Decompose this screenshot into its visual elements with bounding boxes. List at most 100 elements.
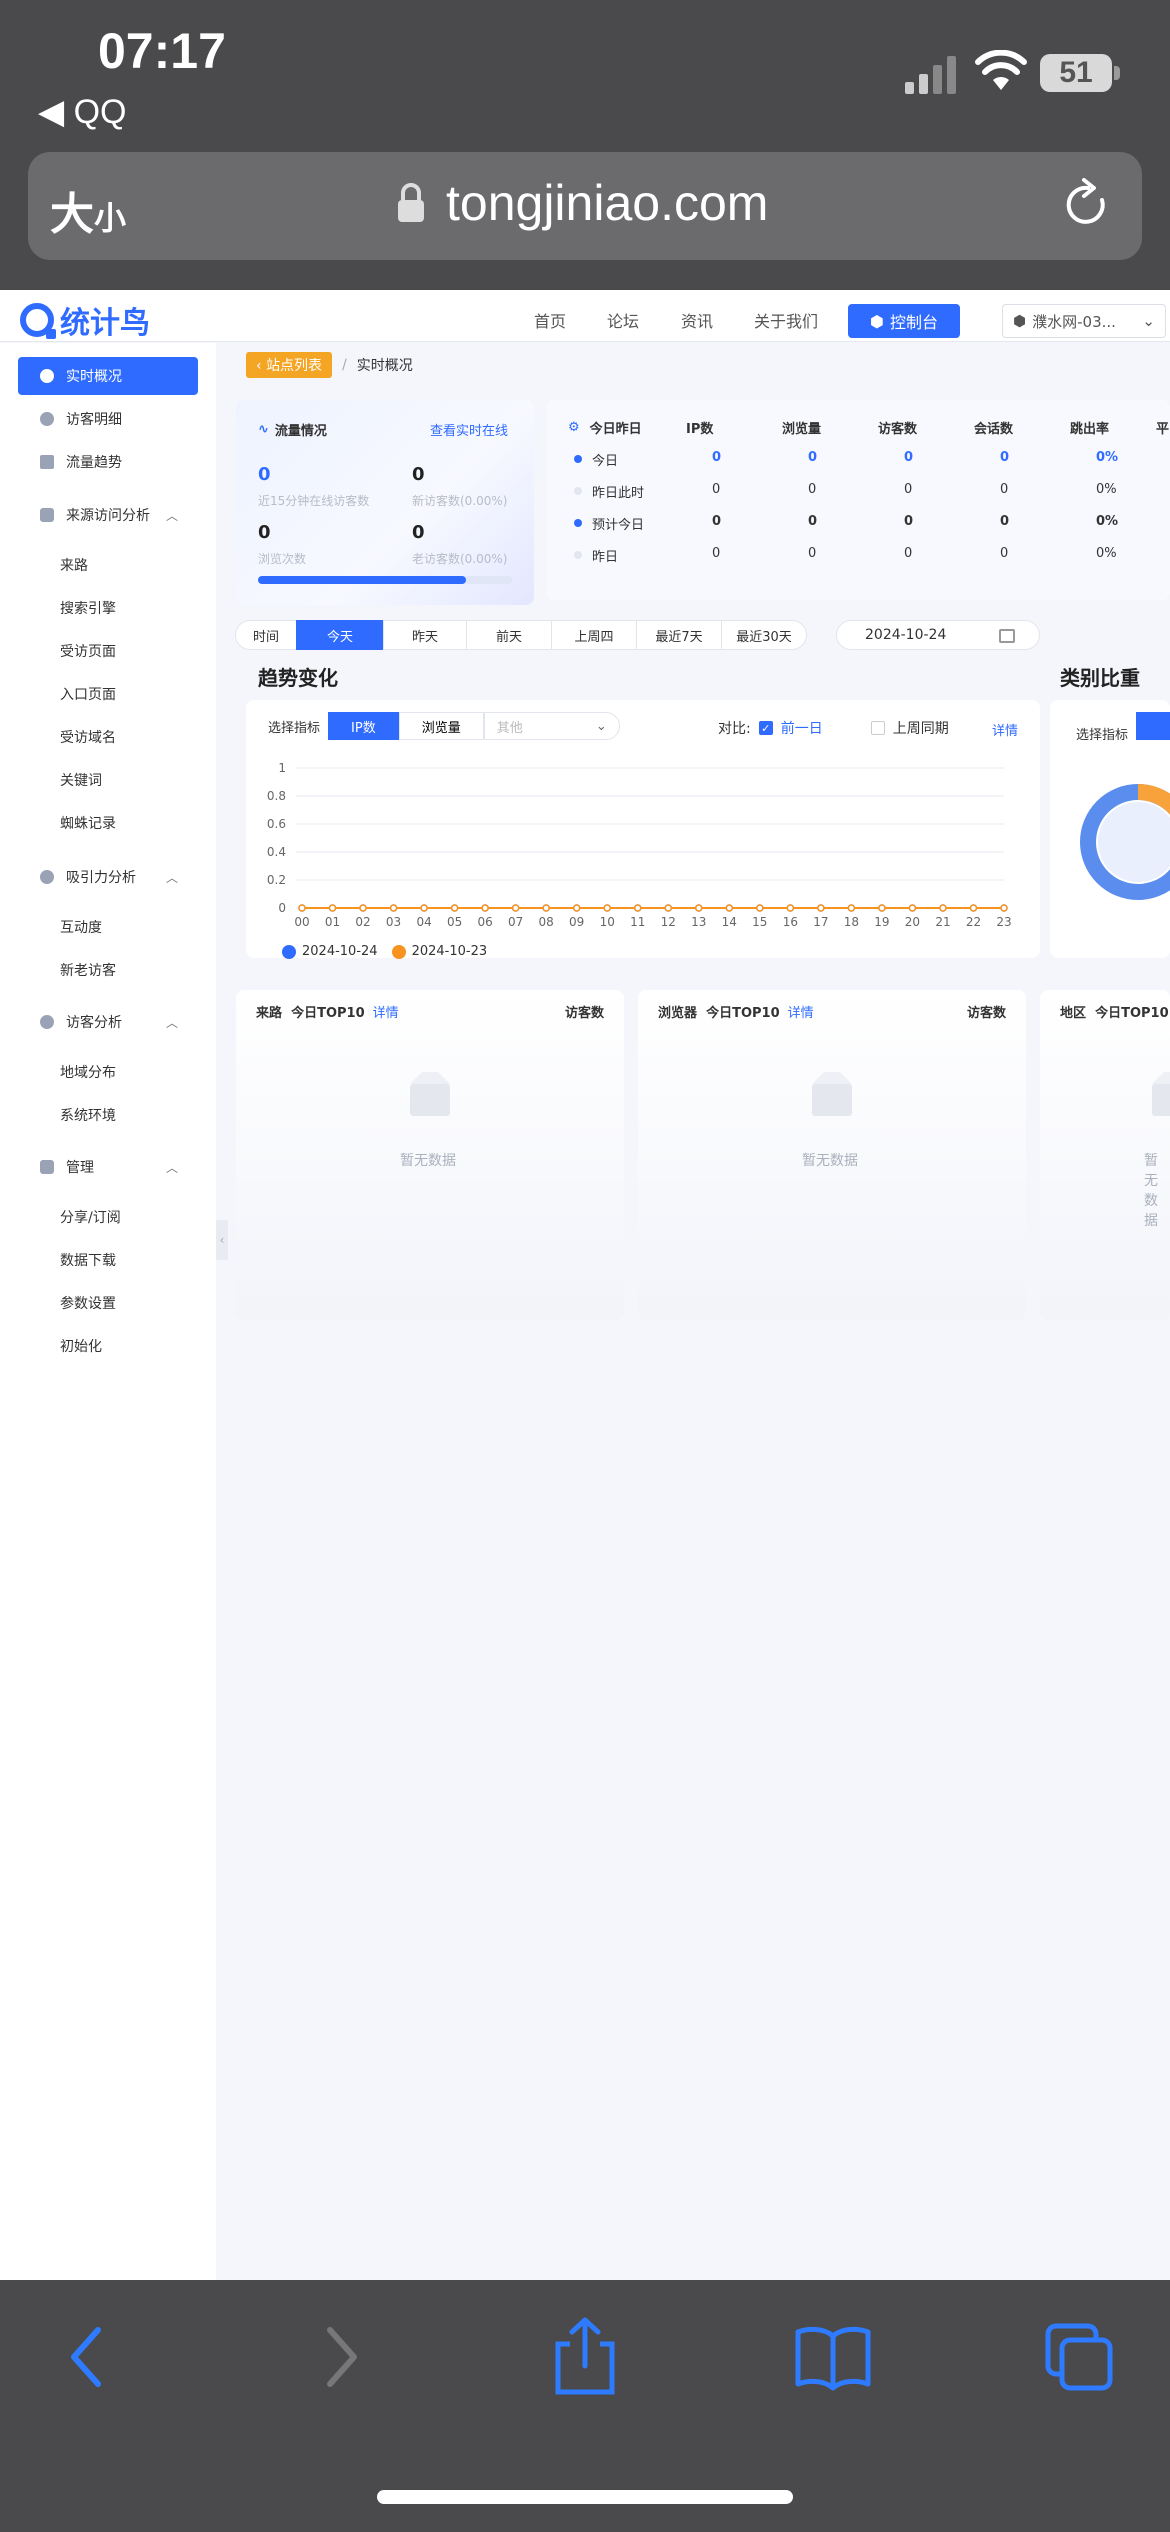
table-cell: 0 bbox=[712, 546, 721, 561]
empty-box-icon bbox=[812, 1072, 852, 1116]
donut-chart bbox=[1080, 784, 1170, 900]
breadcrumb: ‹ 站点列表 / 实时概况 bbox=[246, 352, 413, 378]
x-tick-label: 14 bbox=[722, 915, 737, 929]
back-to-app-link[interactable]: ◀ QQ bbox=[38, 92, 127, 132]
sidebar-item-visitor-detail[interactable]: 访客明细 bbox=[18, 400, 198, 438]
address-bar[interactable]: 大小 tongjiniao.com bbox=[28, 152, 1142, 260]
data-point bbox=[664, 904, 673, 912]
time-tab[interactable]: 前天 bbox=[466, 620, 552, 650]
y-tick-label: 0.6 bbox=[267, 817, 286, 831]
time-tab[interactable]: 最近7天 bbox=[636, 620, 722, 650]
sidebar-sub-new-old[interactable]: 新老访客 bbox=[60, 960, 116, 980]
pageview-count: 0 bbox=[258, 522, 271, 543]
target-icon bbox=[40, 870, 54, 884]
nav-news[interactable]: 资讯 bbox=[681, 308, 713, 332]
sidebar-group-source[interactable]: 来源访问分析 ︿ bbox=[18, 496, 198, 534]
sidebar-sub-init[interactable]: 初始化 bbox=[60, 1336, 102, 1356]
sidebar-sub-referrer[interactable]: 来路 bbox=[60, 555, 88, 575]
data-point bbox=[939, 904, 947, 912]
site-header: 统计鸟 首页 论坛 资讯 关于我们 ⬢ 控制台 ⬢ 濮水网-03... ⌄ bbox=[0, 290, 1170, 342]
x-tick-label: 10 bbox=[600, 915, 615, 929]
metric-ip-button[interactable]: IP数 bbox=[328, 712, 399, 740]
date-picker[interactable]: 2024-10-24 bbox=[836, 620, 1040, 650]
data-point bbox=[786, 904, 795, 912]
sidebar-sub-entry-pages[interactable]: 入口页面 bbox=[60, 684, 116, 704]
compare-prev-day-checkbox[interactable]: ✓ bbox=[758, 721, 773, 735]
nav-forum[interactable]: 论坛 bbox=[607, 308, 639, 332]
user-icon bbox=[40, 1015, 54, 1029]
back-icon[interactable] bbox=[62, 2322, 112, 2392]
top-card-detail-link[interactable]: 详情 bbox=[788, 1006, 814, 1021]
site-select[interactable]: ⬢ 濮水网-03... ⌄ bbox=[1002, 304, 1166, 338]
time-tab[interactable]: 最近30天 bbox=[721, 620, 807, 650]
sidebar-sub-keywords[interactable]: 关键词 bbox=[60, 770, 102, 790]
sidebar-item-realtime[interactable]: 实时概况 bbox=[18, 357, 198, 395]
data-point bbox=[969, 904, 978, 912]
console-button[interactable]: ⬢ 控制台 bbox=[848, 304, 960, 338]
site-logo[interactable]: 统计鸟 bbox=[20, 298, 150, 342]
sidebar-sub-visited-pages[interactable]: 受访页面 bbox=[60, 641, 116, 661]
sidebar-sub-interaction[interactable]: 互动度 bbox=[60, 917, 102, 937]
sidebar-sub-share[interactable]: 分享/订阅 bbox=[60, 1207, 121, 1227]
text-size-button[interactable]: 大小 bbox=[50, 178, 126, 242]
metric-other-dropdown[interactable]: 其他 ⌄ bbox=[483, 712, 620, 740]
time-tab[interactable]: 上周四 bbox=[551, 620, 637, 650]
table-cell: 0 bbox=[904, 482, 913, 497]
metric-pv-button[interactable]: 浏览量 bbox=[398, 712, 484, 740]
sidebar-sub-download[interactable]: 数据下载 bbox=[60, 1250, 116, 1270]
metric-label: 选择指标 bbox=[268, 720, 321, 736]
x-tick-label: 02 bbox=[355, 915, 370, 929]
reload-icon[interactable] bbox=[1062, 178, 1112, 232]
sidebar-sub-search-engine[interactable]: 搜索引擎 bbox=[60, 598, 116, 618]
sidebar-group-attraction[interactable]: 吸引力分析 ︿ bbox=[18, 858, 198, 896]
sidebar-item-label: 流量趋势 bbox=[66, 455, 122, 471]
online-count: 0 bbox=[258, 464, 271, 485]
sidebar-sub-settings[interactable]: 参数设置 bbox=[60, 1293, 116, 1313]
data-point bbox=[756, 904, 764, 912]
category-metric-button[interactable] bbox=[1136, 712, 1170, 740]
sidebar-sub-system[interactable]: 系统环境 bbox=[60, 1105, 116, 1125]
x-tick-label: 06 bbox=[477, 915, 492, 929]
empty-text: 暂无数据 bbox=[802, 1153, 858, 1169]
site-list-button[interactable]: ‹ 站点列表 bbox=[246, 352, 333, 378]
time-tab[interactable]: 昨天 bbox=[383, 620, 467, 650]
trend-detail-link[interactable]: 详情 bbox=[992, 720, 1018, 739]
sidebar-group-manage[interactable]: 管理 ︿ bbox=[18, 1148, 198, 1186]
time-tab[interactable]: 今天 bbox=[296, 620, 384, 650]
sidebar-sub-domains[interactable]: 受访域名 bbox=[60, 727, 116, 747]
top-card-column: 访客数 bbox=[966, 1006, 1006, 1021]
today-yesterday-table: ⚙ 今日昨日 IP数 浏览量 访客数 会话数 跳出率 平 今日 0 0 0 0 0% 昨日此时 0 0 0 0… bbox=[546, 400, 1170, 600]
battery-nub bbox=[1114, 66, 1120, 80]
sidebar-group-label: 访客分析 bbox=[66, 1015, 122, 1031]
top-card-column: 访客数 bbox=[564, 1006, 604, 1021]
battery-icon: 51 bbox=[1040, 54, 1112, 92]
share-icon[interactable] bbox=[550, 2316, 620, 2396]
view-realtime-link[interactable]: 查看实时在线 bbox=[430, 420, 508, 439]
tabs-icon[interactable] bbox=[1044, 2322, 1116, 2392]
forward-icon[interactable] bbox=[316, 2322, 366, 2392]
trend-chart-card: 选择指标 IP数 浏览量 其他 ⌄ 对比: ✓ 前一日 上周同期 详情 0 0.2… bbox=[246, 700, 1040, 958]
sidebar-group-label: 管理 bbox=[66, 1160, 94, 1176]
nav-home[interactable]: 首页 bbox=[534, 308, 566, 332]
top-card-title: 地区 今日TOP10 bbox=[1060, 1002, 1169, 1021]
sidebar-group-visitors[interactable]: 访客分析 ︿ bbox=[18, 1003, 198, 1041]
sidebar-item-traffic-trend[interactable]: 流量趋势 bbox=[18, 443, 198, 481]
bookmarks-icon[interactable] bbox=[794, 2322, 872, 2392]
text-size-large: 大 bbox=[50, 189, 94, 240]
compare-last-week-checkbox[interactable] bbox=[870, 721, 885, 735]
sidebar-item-label: 实时概况 bbox=[66, 369, 122, 385]
data-point bbox=[725, 904, 734, 912]
sidebar-collapse-handle[interactable]: ‹ bbox=[216, 1220, 228, 1260]
table-cell: 0 bbox=[808, 546, 817, 561]
url-domain: tongjiniao.com bbox=[446, 175, 769, 231]
data-point bbox=[817, 904, 825, 912]
sidebar-sub-region[interactable]: 地域分布 bbox=[60, 1062, 116, 1082]
top-card-detail-link[interactable]: 详情 bbox=[373, 1006, 399, 1021]
x-tick-label: 19 bbox=[874, 915, 889, 929]
traffic-card-title: ∿ 流量情况 bbox=[258, 420, 327, 439]
data-point bbox=[511, 904, 520, 912]
row-label: 预计今日 bbox=[592, 518, 645, 533]
column-header: 会话数 bbox=[974, 422, 1014, 437]
sidebar-sub-spider[interactable]: 蜘蛛记录 bbox=[60, 813, 116, 833]
nav-about[interactable]: 关于我们 bbox=[754, 308, 818, 332]
